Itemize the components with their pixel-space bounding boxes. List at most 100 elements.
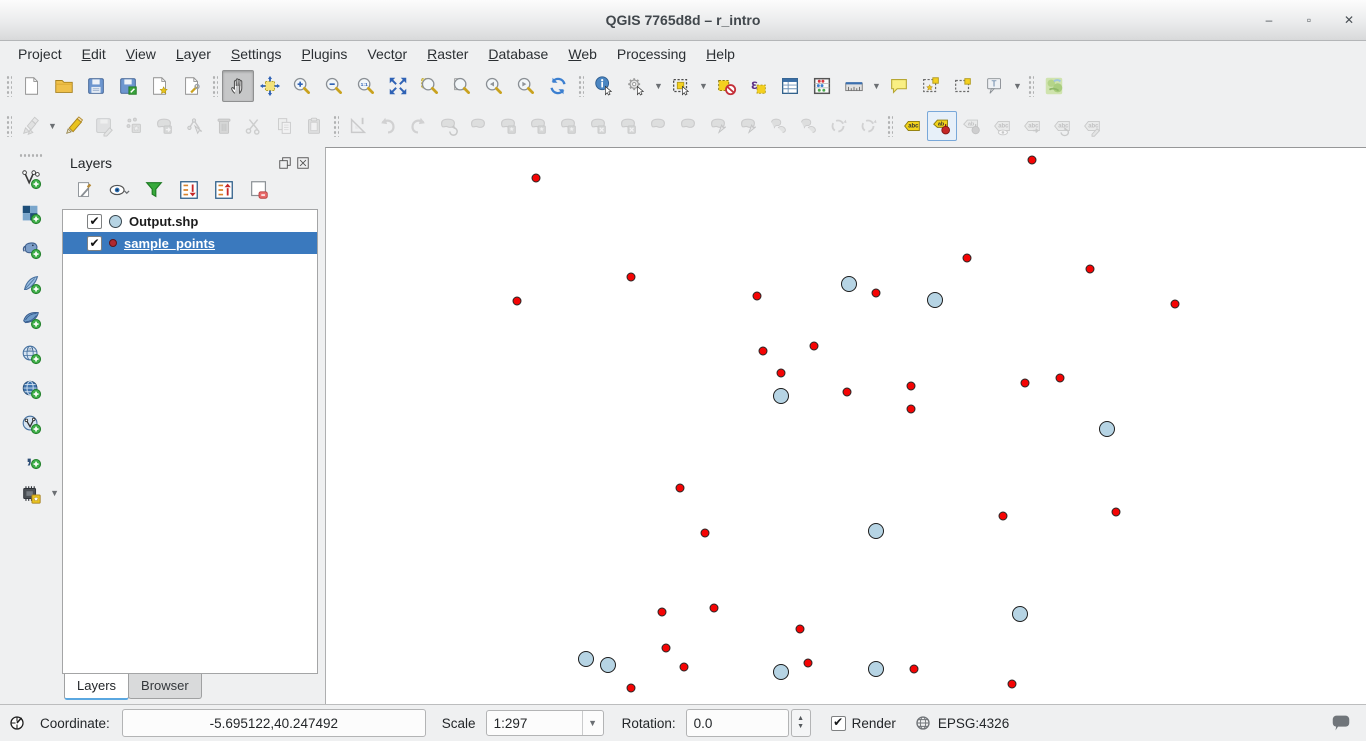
menu-plugins[interactable]: Plugins [291,44,357,64]
add-raster-layer-button[interactable] [13,196,49,231]
open-layer-styling-button[interactable] [70,177,98,203]
map-plugin-button[interactable] [1038,70,1070,102]
zoom-to-selection-button[interactable] [414,70,446,102]
reshape-features-button[interactable] [643,111,673,141]
save-layer-edits-button[interactable] [89,111,119,141]
rotate-feature-button[interactable] [433,111,463,141]
menu-web[interactable]: Web [558,44,607,64]
tab-layers[interactable]: Layers [64,674,129,700]
zoom-last-button[interactable] [478,70,510,102]
new-print-layout-button[interactable] [144,70,176,102]
merge-attributes-button[interactable] [793,111,823,141]
layer-checkbox[interactable]: ✔ [87,214,102,229]
menu-raster[interactable]: Raster [417,44,478,64]
menu-processing[interactable]: Processing [607,44,696,64]
split-features-button[interactable] [703,111,733,141]
select-features-button[interactable] [665,70,697,102]
toolbar-handle[interactable] [6,75,12,97]
project-save-button[interactable] [80,70,112,102]
rotate-point-symbols-button[interactable] [823,111,853,141]
pan-map-button[interactable] [222,70,254,102]
toolbar-handle[interactable] [212,75,218,97]
menu-layer[interactable]: Layer [166,44,221,64]
toolbar-handle[interactable] [578,75,584,97]
layer-item-sample-points[interactable]: ✔sample_points [63,232,317,254]
add-wfs-layer-button[interactable] [13,406,49,441]
copy-features-button[interactable] [269,111,299,141]
add-postgis-layer-button[interactable] [13,231,49,266]
maximize-button[interactable]: ▫ [1302,13,1316,27]
filter-legend-button[interactable] [140,177,168,203]
map-canvas[interactable] [325,147,1366,704]
rotate-label-button[interactable]: abc [1047,111,1077,141]
change-label-button[interactable]: abc [1077,111,1107,141]
chevron-down-icon[interactable]: ▼ [582,711,603,735]
simplify-feature-button[interactable] [463,111,493,141]
delete-part-button[interactable] [613,111,643,141]
checkbox-check-icon[interactable]: ✔ [831,716,846,731]
globe-icon[interactable] [914,714,932,732]
cut-features-button[interactable] [239,111,269,141]
spin-up-icon[interactable]: ▲ [797,715,804,723]
add-delimited-text-layer-button[interactable]: , [13,441,49,476]
add-part-button[interactable] [523,111,553,141]
show-layout-manager-button[interactable] [176,70,208,102]
float-panel-button[interactable] [276,154,294,172]
panel-splitter[interactable] [318,147,325,704]
paste-features-button[interactable] [299,111,329,141]
layer-checkbox[interactable]: ✔ [87,236,102,251]
toolbar-handle[interactable] [333,115,339,137]
manage-map-themes-button[interactable] [105,177,133,203]
delete-ring-button[interactable] [583,111,613,141]
identify-features-button[interactable] [588,70,620,102]
add-virtual-layer-button[interactable]: ▼ [13,476,49,511]
close-button[interactable]: ✕ [1342,13,1356,27]
open-attribute-table-button[interactable] [774,70,806,102]
current-edits-dropdown[interactable]: ▼ [46,112,59,140]
toolbar-handle[interactable] [887,115,893,137]
project-new-button[interactable] [16,70,48,102]
render-checkbox[interactable]: ✔ Render [831,716,896,731]
map-tips-button[interactable] [883,70,915,102]
redo-button[interactable] [403,111,433,141]
layer-item-output-shp[interactable]: ✔Output.shp [63,210,317,232]
vertex-tool-button[interactable] [179,111,209,141]
measure-line-dropdown[interactable]: ▼ [870,72,883,100]
remove-layer-button[interactable] [245,177,273,203]
measure-line-button[interactable] [838,70,870,102]
current-edits-button[interactable] [16,111,46,141]
expand-all-button[interactable] [175,177,203,203]
layer-diagram-button[interactable]: ab [927,111,957,141]
toolbar-handle[interactable] [19,153,43,159]
tracking-icon[interactable] [8,714,26,732]
show-hidden-labels-button[interactable]: abc [987,111,1017,141]
add-wcs-layer-button[interactable] [13,371,49,406]
close-panel-button[interactable] [294,154,312,172]
run-feature-action-dropdown[interactable]: ▼ [652,72,665,100]
minimize-button[interactable]: – [1262,13,1276,27]
offset-curve-button[interactable] [673,111,703,141]
fill-ring-button[interactable] [553,111,583,141]
menu-project[interactable]: Project [8,44,72,64]
move-feature-button[interactable] [149,111,179,141]
rotation-input[interactable] [686,709,789,737]
zoom-to-layer-button[interactable] [446,70,478,102]
add-spatialite-layer-button[interactable] [13,266,49,301]
add-vector-layer-button[interactable] [13,161,49,196]
menu-edit[interactable]: Edit [72,44,116,64]
show-bookmarks-button[interactable] [947,70,979,102]
text-annotation-button[interactable]: T [979,70,1011,102]
new-bookmark-button[interactable] [915,70,947,102]
add-wms-layer-button[interactable]: 123 [13,336,49,371]
offset-point-symbol-button[interactable] [853,111,883,141]
pan-to-selection-button[interactable] [254,70,286,102]
coordinate-input[interactable] [122,709,426,737]
toggle-editing-button[interactable] [59,111,89,141]
menu-database[interactable]: Database [478,44,558,64]
chevron-down-icon[interactable]: ▼ [50,488,59,498]
merge-features-button[interactable] [763,111,793,141]
undo-button[interactable] [373,111,403,141]
zoom-full-button[interactable] [382,70,414,102]
select-features-dropdown[interactable]: ▼ [697,72,710,100]
project-save-as-button[interactable] [112,70,144,102]
